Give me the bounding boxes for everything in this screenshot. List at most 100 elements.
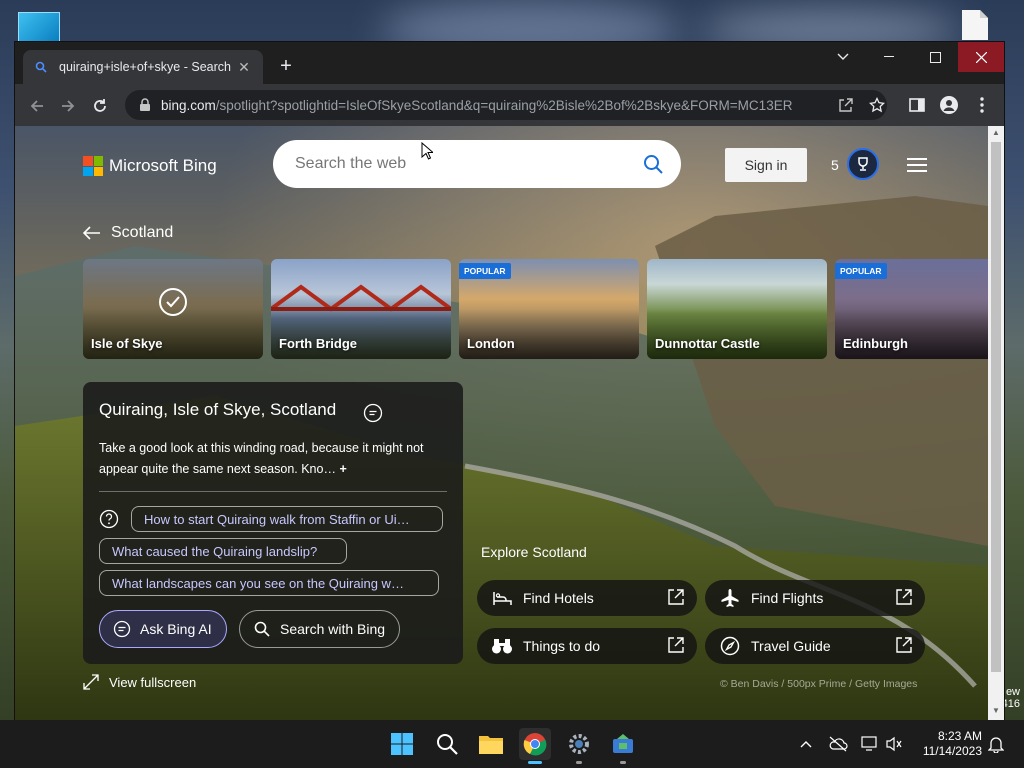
chrome-icon[interactable] — [519, 728, 551, 764]
browser-menu-icon[interactable] — [973, 96, 991, 114]
card-forth-bridge[interactable]: Forth Bridge — [271, 259, 451, 359]
desktop-folder-icon[interactable] — [18, 12, 60, 42]
question-chip[interactable]: What caused the Quiraing landslip? — [99, 538, 347, 564]
info-panel: Quiraing, Isle of Skye, Scotland Take a … — [83, 382, 463, 664]
card-label: Dunnottar Castle — [655, 336, 760, 351]
things-to-do-button[interactable]: Things to do — [477, 628, 697, 664]
external-link-icon — [667, 588, 687, 608]
question-icon — [99, 509, 119, 529]
onedrive-offline-icon[interactable] — [828, 734, 848, 754]
scroll-down-arrow-icon[interactable]: ▼ — [991, 706, 1001, 716]
address-bar[interactable]: bing.com/spotlight?spotlightid=IsleOfSky… — [125, 90, 887, 120]
start-windows-icon[interactable] — [386, 728, 418, 760]
bing-spotlight-page: Microsoft Bing Sign in 5 Scotland — [15, 126, 988, 720]
chat-bubble-icon[interactable] — [363, 403, 383, 423]
card-edinburgh[interactable]: POPULAR Edinburgh — [835, 259, 988, 359]
reload-icon[interactable] — [87, 93, 113, 119]
forward-arrow-icon[interactable] — [55, 93, 81, 119]
scroll-up-arrow-icon[interactable]: ▲ — [991, 128, 1001, 138]
back-to-scotland-link[interactable]: Scotland — [83, 224, 173, 242]
profile-avatar-icon[interactable] — [940, 96, 958, 114]
card-dunnottar-castle[interactable]: Dunnottar Castle — [647, 259, 827, 359]
system-clock[interactable]: 8:23 AM 11/14/2023 — [912, 729, 982, 759]
url-path: /spotlight?spotlightid=IsleOfSkyeScotlan… — [215, 97, 793, 113]
tab-strip: quiraing+isle+of+skye - Search ✕ + — [15, 42, 1004, 84]
card-label: Isle of Skye — [91, 336, 163, 351]
search-icon — [252, 619, 272, 639]
question-chip[interactable]: How to start Quiraing walk from Staffin … — [131, 506, 443, 532]
tab-close-icon[interactable]: ✕ — [235, 58, 253, 76]
taskbar: 8:23 AM 11/14/2023 — [0, 720, 1024, 768]
browser-toolbar: bing.com/spotlight?spotlightid=IsleOfSky… — [15, 84, 1004, 126]
card-label: Edinburgh — [843, 336, 908, 351]
external-link-icon — [895, 588, 915, 608]
browser-tab-active[interactable]: quiraing+isle+of+skye - Search ✕ — [23, 50, 263, 84]
app-green-icon[interactable] — [607, 728, 639, 764]
compass-icon — [719, 635, 741, 657]
card-london[interactable]: POPULAR London — [459, 259, 639, 359]
clock-time: 8:23 AM — [937, 729, 982, 743]
tab-search-chevron-icon[interactable] — [820, 42, 866, 72]
mouse-cursor-icon — [421, 141, 435, 160]
scrollbar-thumb[interactable] — [991, 142, 1001, 672]
checkmark-icon — [159, 288, 187, 316]
bing-brand-text: Microsoft Bing — [109, 156, 217, 175]
page-scrollbar[interactable]: ▲ ▼ — [988, 126, 1004, 720]
side-panel-icon[interactable] — [908, 96, 926, 114]
card-isle-of-skye[interactable]: Isle of Skye — [83, 259, 263, 359]
popular-badge: POPULAR — [459, 263, 511, 279]
network-icon[interactable] — [860, 734, 880, 754]
explore-title: Explore Scotland — [481, 544, 587, 560]
hamburger-menu-icon[interactable] — [907, 158, 927, 172]
bookmark-star-icon[interactable] — [868, 96, 886, 114]
sign-in-button[interactable]: Sign in — [725, 148, 807, 182]
maximize-button[interactable] — [912, 42, 958, 72]
arrow-left-icon — [83, 224, 101, 242]
desktop-file-icon[interactable] — [958, 8, 992, 42]
show-hidden-icons-chevron-icon[interactable] — [796, 734, 816, 754]
volume-muted-icon[interactable] — [884, 734, 904, 754]
find-hotels-button[interactable]: Find Hotels — [477, 580, 697, 616]
search-box — [273, 140, 681, 188]
tab-title: quiraing+isle+of+skye - Search — [59, 60, 231, 74]
file-explorer-icon[interactable] — [475, 728, 507, 760]
clock-date: 11/14/2023 — [922, 744, 982, 758]
microsoft-logo-icon — [83, 156, 103, 176]
rewards-count[interactable]: 5 — [831, 157, 839, 173]
search-with-bing-button[interactable]: Search with Bing — [239, 610, 401, 648]
search-icon[interactable] — [639, 150, 667, 178]
browser-window: quiraing+isle+of+skye - Search ✕ + bing.… — [15, 42, 1004, 720]
share-icon[interactable] — [837, 96, 855, 114]
travel-guide-button[interactable]: Travel Guide — [705, 628, 925, 664]
rewards-trophy-icon[interactable] — [847, 148, 879, 180]
divider — [99, 491, 447, 492]
new-tab-button[interactable]: + — [275, 56, 297, 78]
close-window-button[interactable] — [958, 42, 1004, 72]
taskbar-search-icon[interactable] — [431, 728, 463, 760]
external-link-icon — [667, 636, 687, 656]
search-input[interactable] — [295, 155, 639, 173]
settings-gear-icon[interactable] — [563, 728, 595, 764]
bed-icon — [491, 587, 513, 609]
popular-badge: POPULAR — [835, 263, 887, 279]
expand-diagonal-icon — [83, 674, 99, 690]
binoculars-icon — [491, 635, 513, 657]
panel-title: Quiraing, Isle of Skye, Scotland — [99, 400, 337, 419]
lock-icon[interactable] — [139, 98, 153, 112]
expand-plus-icon[interactable]: + — [339, 462, 346, 476]
back-label: Scotland — [111, 224, 174, 241]
url-host: bing.com — [161, 97, 216, 113]
spotlight-carousel: Isle of Skye Forth Bridge POPULAR London… — [83, 259, 988, 359]
image-credit: © Ben Davis / 500px Prime / Getty Images — [720, 678, 918, 690]
minimize-button[interactable] — [866, 42, 912, 72]
back-arrow-icon[interactable] — [24, 93, 50, 119]
find-flights-button[interactable]: Find Flights — [705, 580, 925, 616]
view-fullscreen-link[interactable]: View fullscreen — [83, 674, 196, 690]
airplane-icon — [719, 587, 741, 609]
external-link-icon — [895, 636, 915, 656]
bing-logo[interactable]: Microsoft Bing — [83, 156, 217, 176]
notification-bell-icon[interactable] — [986, 734, 1006, 754]
question-chip[interactable]: What landscapes can you see on the Quira… — [99, 570, 439, 596]
ask-bing-ai-button[interactable]: Ask Bing AI — [99, 610, 227, 648]
card-label: London — [467, 336, 515, 351]
